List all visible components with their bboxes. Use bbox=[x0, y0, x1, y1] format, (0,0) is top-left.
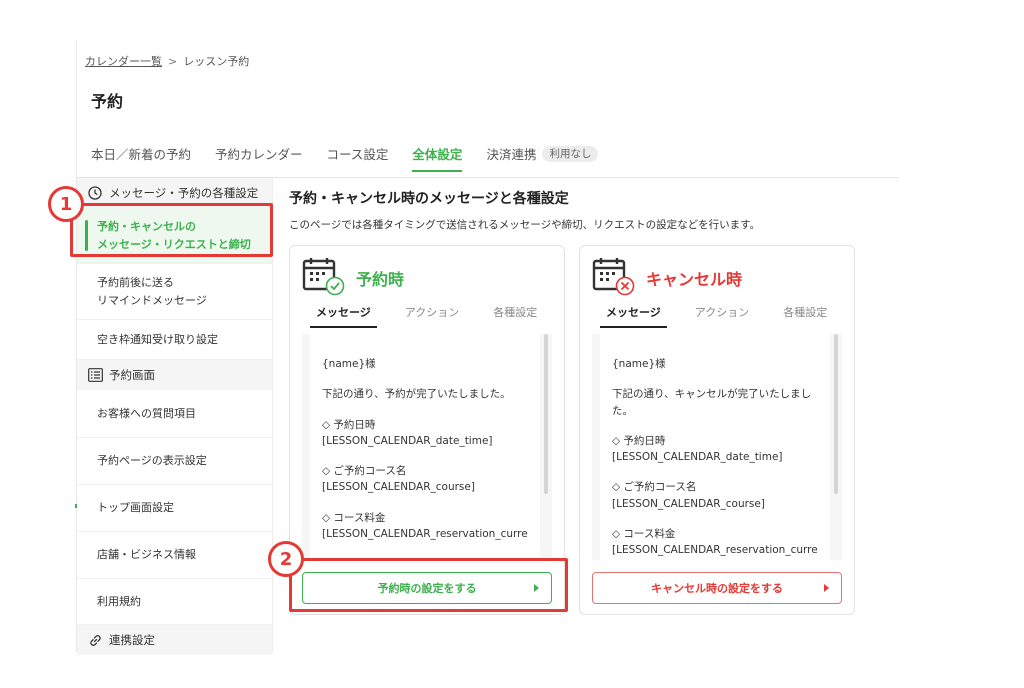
card-tab-action[interactable]: アクション bbox=[399, 304, 465, 328]
main-description: このページでは各種タイミングで送信されるメッセージや締切、リクエストの設定などを… bbox=[289, 219, 761, 231]
card-tab-action[interactable]: アクション bbox=[689, 304, 755, 328]
message-preview[interactable]: {name}様 下記の通り、予約が完了いたしました。 ◇ 予約日時 [LESSO… bbox=[302, 334, 552, 560]
sidebar-item-questions[interactable]: お客様への質問項目 bbox=[77, 390, 272, 438]
edge-marker bbox=[75, 504, 77, 508]
link-icon bbox=[87, 632, 103, 648]
message-line: 下記の通り、キャンセルが完了いたしました。 bbox=[612, 388, 812, 417]
card-reserve-tabs: メッセージ アクション 各種設定 bbox=[310, 304, 546, 328]
page-title: 予約 bbox=[91, 92, 124, 111]
sidebar-section-label: 予約画面 bbox=[109, 368, 155, 382]
status-badge: 利用なし bbox=[542, 146, 599, 162]
tab-today-new[interactable]: 本日／新着の予約 bbox=[91, 144, 191, 172]
card-tab-settings[interactable]: 各種設定 bbox=[487, 304, 543, 328]
breadcrumb: カレンダー一覧 > レッスン予約 bbox=[85, 53, 249, 69]
sidebar-section-message: メッセージ・予約の各種設定 bbox=[77, 178, 272, 208]
message-line: ◇ ご予約コース名 bbox=[322, 465, 407, 478]
card-cancel-tabs: メッセージ アクション 各種設定 bbox=[600, 304, 836, 328]
message-line: ◇ ご予約コース名 bbox=[612, 481, 697, 494]
step-number-2: 2 bbox=[268, 541, 304, 577]
sidebar-item-vacancy-notice[interactable]: 空き枠通知受け取り設定 bbox=[77, 320, 272, 360]
calendar-check-icon bbox=[302, 256, 346, 300]
message-line: ◇ 予約日時 bbox=[612, 434, 666, 447]
sidebar: メッセージ・予約の各種設定 予約・キャンセルの メッセージ・リクエストと締切 予… bbox=[77, 178, 273, 655]
breadcrumb-current: レッスン予約 bbox=[183, 55, 250, 68]
message-line: [LESSON_CALENDAR_date_time] bbox=[612, 451, 783, 464]
tab-course-settings[interactable]: コース設定 bbox=[327, 144, 389, 172]
card-reserve-title: 予約時 bbox=[356, 270, 405, 289]
tab-general-settings[interactable]: 全体設定 bbox=[412, 144, 463, 172]
message-line: ◇ コース料金 bbox=[612, 527, 676, 540]
message-line: [LESSON_CALENDAR_course] bbox=[322, 481, 475, 494]
sidebar-section-integration: 連携設定 bbox=[77, 625, 272, 655]
card-cancel: キャンセル時 メッセージ アクション 各種設定 {name}様 下記の通り、キャ… bbox=[579, 245, 855, 615]
tab-payment-label: 決済連携 bbox=[486, 147, 537, 162]
sidebar-item-label: 予約前後に送る bbox=[97, 276, 174, 290]
card-tab-message[interactable]: メッセージ bbox=[310, 304, 377, 328]
main-content: 予約・キャンセル時のメッセージと各種設定 このページでは各種タイミングで送信され… bbox=[289, 188, 899, 615]
message-line: [LESSON_CALENDAR_date_time] bbox=[322, 434, 493, 447]
tab-calendar[interactable]: 予約カレンダー bbox=[215, 144, 303, 172]
message-line: [LESSON_CALENDAR_course] bbox=[612, 497, 765, 510]
tab-payment[interactable]: 決済連携 利用なし bbox=[486, 144, 599, 172]
card-reserve: 予約時 メッセージ アクション 各種設定 {name}様 下記の通り、予約が完了… bbox=[289, 245, 565, 615]
card-cancel-title: キャンセル時 bbox=[646, 270, 743, 289]
message-line: {name}様 bbox=[612, 358, 666, 370]
reserve-settings-button-label: 予約時の設定をする bbox=[377, 582, 477, 595]
scrollbar[interactable] bbox=[544, 334, 548, 494]
sidebar-item-terms[interactable]: 利用規約 bbox=[77, 579, 272, 625]
breadcrumb-separator: > bbox=[168, 54, 178, 68]
sidebar-section-booking-screen: 予約画面 bbox=[77, 360, 272, 390]
sidebar-item-label: リマインドメッセージ bbox=[97, 293, 207, 307]
sidebar-section-label: 連携設定 bbox=[109, 633, 155, 647]
message-line: 下記の通り、予約が完了いたしました。 bbox=[322, 388, 511, 401]
sidebar-item-remind-message[interactable]: 予約前後に送る リマインドメッセージ bbox=[77, 264, 272, 320]
app-window: カレンダー一覧 > レッスン予約 予約 本日／新着の予約 予約カレンダー コース… bbox=[76, 40, 900, 655]
message-line: [LESSON_CALENDAR_reservation_curre bbox=[322, 527, 528, 540]
reserve-settings-button[interactable]: 予約時の設定をする bbox=[302, 572, 552, 604]
scrollbar[interactable] bbox=[834, 334, 838, 494]
sidebar-item-label: メッセージ・リクエストと締切 bbox=[97, 237, 251, 251]
list-icon bbox=[87, 367, 103, 383]
step-number-1: 1 bbox=[48, 186, 84, 222]
sidebar-section-label: メッセージ・予約の各種設定 bbox=[109, 186, 259, 200]
sidebar-item-top-screen[interactable]: トップ画面設定 bbox=[77, 485, 272, 532]
message-line: ◇ コース料金 bbox=[322, 511, 386, 524]
chevron-right-icon bbox=[534, 584, 539, 592]
cancel-settings-button[interactable]: キャンセル時の設定をする bbox=[592, 572, 842, 604]
message-preview[interactable]: {name}様 下記の通り、キャンセルが完了いたしました。 ◇ 予約日時 [LE… bbox=[592, 334, 842, 560]
sidebar-item-store-info[interactable]: 店舗・ビジネス情報 bbox=[77, 532, 272, 579]
sidebar-item-display-settings[interactable]: 予約ページの表示設定 bbox=[77, 438, 272, 485]
message-line: {name}様 bbox=[322, 358, 376, 370]
breadcrumb-link-calendar-list[interactable]: カレンダー一覧 bbox=[85, 53, 162, 69]
clock-icon bbox=[87, 185, 103, 201]
card-tab-message[interactable]: メッセージ bbox=[600, 304, 667, 328]
message-line: [LESSON_CALENDAR_reservation_curre bbox=[612, 544, 818, 557]
card-tab-settings[interactable]: 各種設定 bbox=[777, 304, 833, 328]
sidebar-item-reserve-cancel-message[interactable]: 予約・キャンセルの メッセージ・リクエストと締切 bbox=[77, 208, 272, 264]
chevron-right-icon bbox=[824, 584, 829, 592]
main-title: 予約・キャンセル時のメッセージと各種設定 bbox=[289, 191, 569, 207]
sidebar-item-label: 予約・キャンセルの bbox=[97, 220, 196, 234]
message-line: ◇ 予約日時 bbox=[322, 418, 376, 431]
calendar-x-icon bbox=[592, 256, 636, 300]
main-tabs: 本日／新着の予約 予約カレンダー コース設定 全体設定 決済連携 利用なし bbox=[91, 144, 899, 172]
cancel-settings-button-label: キャンセル時の設定をする bbox=[651, 582, 783, 595]
